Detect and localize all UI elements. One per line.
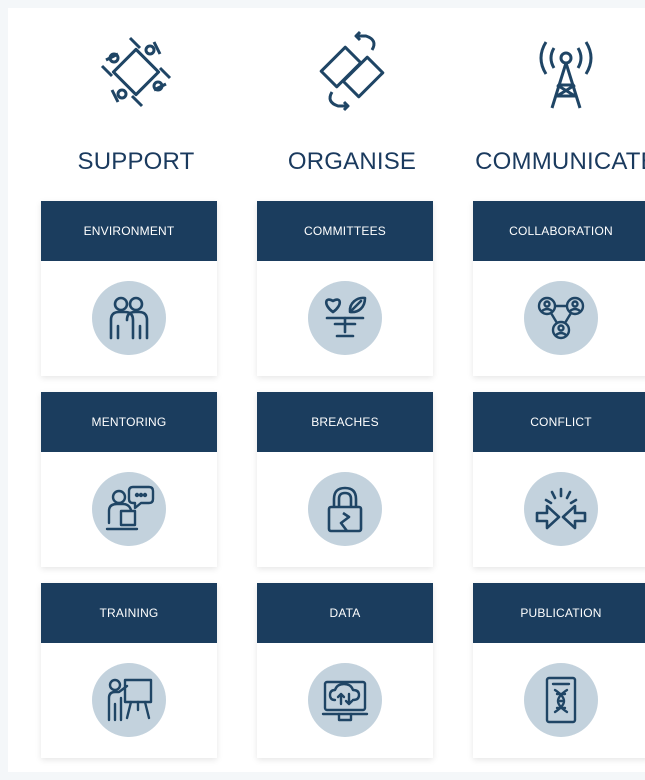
card-collaboration[interactable]: COLLABORATION bbox=[473, 201, 645, 376]
teamwork-hands-icon bbox=[94, 30, 178, 114]
card-label: DATA bbox=[257, 583, 433, 643]
card-data[interactable]: DATA bbox=[257, 583, 433, 758]
broken-padlock-icon bbox=[308, 472, 382, 546]
sync-arrows-icon bbox=[310, 30, 394, 114]
dna-document-icon bbox=[524, 663, 598, 737]
heart-leaf-balance-icon bbox=[308, 281, 382, 355]
card-label: BREACHES bbox=[257, 392, 433, 452]
card-label: MENTORING bbox=[41, 392, 217, 452]
card-environment[interactable]: ENVIRONMENT bbox=[41, 201, 217, 376]
card-label: ENVIRONMENT bbox=[41, 201, 217, 261]
card-training[interactable]: TRAINING bbox=[41, 583, 217, 758]
mentor-chat-icon bbox=[92, 472, 166, 546]
network-people-icon bbox=[524, 281, 598, 355]
column-title: ORGANISE bbox=[287, 148, 417, 175]
people-pair-icon bbox=[92, 281, 166, 355]
card-committees[interactable]: COMMITTEES bbox=[257, 201, 433, 376]
column-title: COMMUNICATE bbox=[475, 148, 645, 175]
card-publication[interactable]: PUBLICATION bbox=[473, 583, 645, 758]
card-label: TRAINING bbox=[41, 583, 217, 643]
card-label: COMMITTEES bbox=[257, 201, 433, 261]
card-label: COLLABORATION bbox=[473, 201, 645, 261]
cloud-computer-icon bbox=[308, 663, 382, 737]
column-title: SUPPORT bbox=[77, 148, 195, 175]
radio-tower-icon bbox=[524, 30, 608, 114]
opposing-arrows-icon bbox=[524, 472, 598, 546]
content-panel: SUPPORT ORGANISE COMMUNICATE ENVIRONMENT… bbox=[8, 8, 645, 772]
presentation-board-icon bbox=[92, 663, 166, 737]
card-conflict[interactable]: CONFLICT bbox=[473, 392, 645, 567]
card-breaches[interactable]: BREACHES bbox=[257, 392, 433, 567]
card-mentoring[interactable]: MENTORING bbox=[41, 392, 217, 567]
card-label: CONFLICT bbox=[473, 392, 645, 452]
card-label: PUBLICATION bbox=[473, 583, 645, 643]
